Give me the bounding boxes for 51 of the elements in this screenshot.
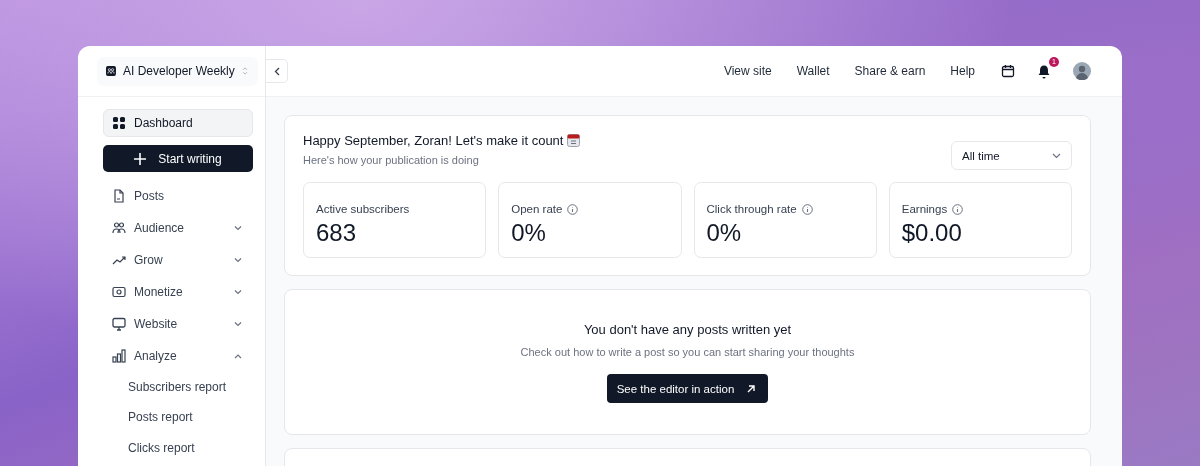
- empty-state-title: You don't have any posts written yet: [583, 322, 792, 337]
- banknote-icon: [112, 285, 126, 299]
- sidebar-item[interactable]: Audience: [103, 214, 253, 242]
- avatar[interactable]: [1073, 62, 1091, 80]
- publication-selector[interactable]: AI Developer Weekly: [97, 56, 258, 86]
- bar-chart-icon: [112, 349, 126, 363]
- period-dropdown[interactable]: All time: [951, 141, 1072, 170]
- stat-label: Active subscribers: [316, 203, 410, 215]
- stat-value: 0%: [706, 219, 743, 247]
- sidebar-item[interactable]: Website: [103, 310, 253, 338]
- stat-label: Open rate: [511, 203, 563, 215]
- sidebar-item[interactable]: Dashboard: [103, 109, 253, 137]
- sidebar-item[interactable]: Grow: [103, 246, 253, 274]
- collapse-button[interactable]: [266, 59, 288, 83]
- greeting: Happy September, Zoran! Let's make it count: [303, 133, 564, 148]
- sidebar-subitem[interactable]: Posts report: [103, 404, 253, 431]
- empty-state-text: Check out how to write a post so you can start sharing your thoughts: [520, 346, 855, 358]
- subtitle: Here's how your publication is doing: [303, 154, 480, 166]
- arrow-up-right-icon: [746, 383, 757, 394]
- sidebar-subitem[interactable]: Clicks report: [103, 434, 253, 461]
- sidebar-item[interactable]: Monetize: [103, 278, 253, 306]
- nav-link[interactable]: Share & earn: [854, 64, 926, 78]
- document-icon: [112, 189, 126, 203]
- nav-link[interactable]: Wallet: [796, 64, 830, 78]
- grid-icon: [112, 116, 126, 130]
- stat-label: Earnings: [901, 203, 948, 215]
- chevron-left-icon: [273, 66, 280, 76]
- info-icon[interactable]: [801, 203, 813, 215]
- sidebar-item[interactable]: Posts: [103, 182, 253, 210]
- stat-value: 683: [316, 219, 358, 247]
- trend-icon: [112, 253, 126, 267]
- editor-demo-button[interactable]: See the editor in action: [606, 374, 769, 403]
- info-icon[interactable]: [567, 203, 579, 215]
- calendar-icon: [567, 134, 581, 147]
- start-writing-button[interactable]: Start writing: [103, 145, 253, 172]
- plus-icon: [134, 152, 147, 165]
- chevron-updown-icon: [241, 64, 248, 78]
- people-icon: [106, 63, 116, 79]
- stat-value: 0%: [511, 219, 547, 247]
- nav-link[interactable]: Help: [950, 64, 975, 78]
- chevron-down-icon: [1052, 152, 1061, 159]
- people-icon: [112, 221, 126, 235]
- stat-label: Click through rate: [706, 203, 797, 215]
- calendar-icon[interactable]: [1001, 64, 1015, 78]
- sidebar-subitem[interactable]: Subscribers report: [103, 374, 253, 400]
- sidebar-item[interactable]: Analyze: [103, 342, 253, 370]
- bell-icon[interactable]: [1037, 63, 1051, 79]
- info-icon[interactable]: [952, 203, 964, 215]
- nav-link[interactable]: View site: [723, 64, 772, 78]
- stat-value: $0.00: [901, 219, 963, 247]
- monitor-icon: [112, 317, 126, 331]
